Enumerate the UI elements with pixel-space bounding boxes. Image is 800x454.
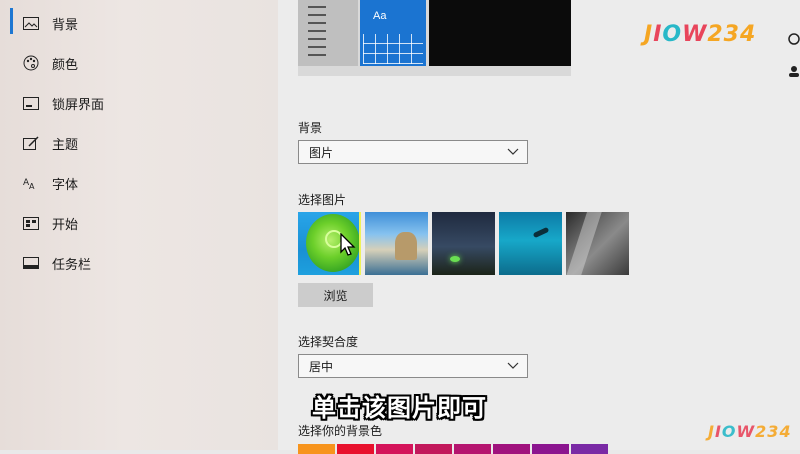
sidebar-item-label: 背景: [52, 16, 79, 32]
color-swatch[interactable]: [298, 444, 335, 454]
sidebar-item-label: 任务栏: [52, 256, 92, 272]
palette-icon: [22, 55, 40, 71]
svg-text:A: A: [29, 182, 35, 190]
sidebar-item-label: 颜色: [52, 56, 79, 72]
taskbar-icon: [22, 255, 40, 271]
font-icon: AA: [22, 175, 40, 191]
mouse-cursor-icon: [340, 232, 356, 262]
sidebar-item-label: 主题: [52, 136, 79, 152]
sidebar-item-taskbar[interactable]: 任务栏: [22, 249, 91, 277]
background-dropdown[interactable]: 图片: [298, 140, 528, 164]
picture-thumbnail[interactable]: [499, 212, 562, 275]
background-color-label: 选择你的背景色: [298, 424, 383, 438]
selected-indicator: [10, 8, 13, 34]
preview-window: [429, 0, 571, 66]
settings-sidebar: 背景 颜色 锁屏界面 主题 AA 字体 开始 任务栏: [0, 0, 278, 450]
watermark-logo-bottom: JIOW234: [708, 422, 792, 441]
color-swatch[interactable]: [415, 444, 452, 454]
color-swatches: [298, 444, 610, 454]
fit-dropdown[interactable]: 居中: [298, 354, 528, 378]
color-swatch[interactable]: [376, 444, 413, 454]
preview-start-list: [298, 0, 358, 66]
color-swatch[interactable]: [571, 444, 608, 454]
image-icon: [22, 15, 40, 31]
sidebar-item-lockscreen[interactable]: 锁屏界面: [22, 89, 104, 117]
feedback-icon[interactable]: [788, 32, 800, 50]
picture-thumbnail[interactable]: [566, 212, 629, 275]
color-swatch[interactable]: [454, 444, 491, 454]
sidebar-item-fonts[interactable]: AA 字体: [22, 169, 78, 197]
preview-tile-text: Aa: [373, 10, 387, 22]
sidebar-item-label: 字体: [52, 176, 79, 192]
chevron-down-icon: [507, 360, 519, 374]
sidebar-item-label: 锁屏界面: [52, 96, 105, 112]
color-swatch[interactable]: [493, 444, 530, 454]
choose-picture-label: 选择图片: [298, 193, 347, 207]
background-dropdown-value: 图片: [309, 145, 334, 160]
watermark-logo: JIOW234: [644, 22, 757, 47]
sidebar-item-label: 开始: [52, 216, 79, 232]
browse-button[interactable]: 浏览: [298, 283, 373, 307]
fit-dropdown-value: 居中: [309, 359, 334, 374]
background-label: 背景: [298, 121, 323, 135]
picture-thumbnail[interactable]: [365, 212, 428, 275]
sidebar-item-start[interactable]: 开始: [22, 209, 78, 237]
color-swatch[interactable]: [532, 444, 569, 454]
sidebar-item-themes[interactable]: 主题: [22, 129, 78, 157]
color-swatch[interactable]: [337, 444, 374, 454]
preview-tiles: Aa: [360, 0, 426, 66]
fit-label: 选择契合度: [298, 335, 359, 349]
settings-content: Aa 背景 图片 选择图片 浏览 选择契合度 居中 选择你的背景色: [278, 0, 800, 454]
chevron-down-icon: [507, 146, 519, 160]
start-icon: [22, 215, 40, 231]
user-icon[interactable]: [788, 64, 800, 82]
sidebar-item-colors[interactable]: 颜色: [22, 49, 78, 77]
desktop-preview: Aa: [298, 0, 571, 76]
picture-thumbnail[interactable]: [432, 212, 495, 275]
lockscreen-icon: [22, 95, 40, 111]
sidebar-item-background[interactable]: 背景: [22, 9, 78, 37]
brush-icon: [22, 135, 40, 151]
video-subtitle: 单击该图片即可: [312, 394, 487, 422]
right-edge-icons: [788, 32, 800, 82]
